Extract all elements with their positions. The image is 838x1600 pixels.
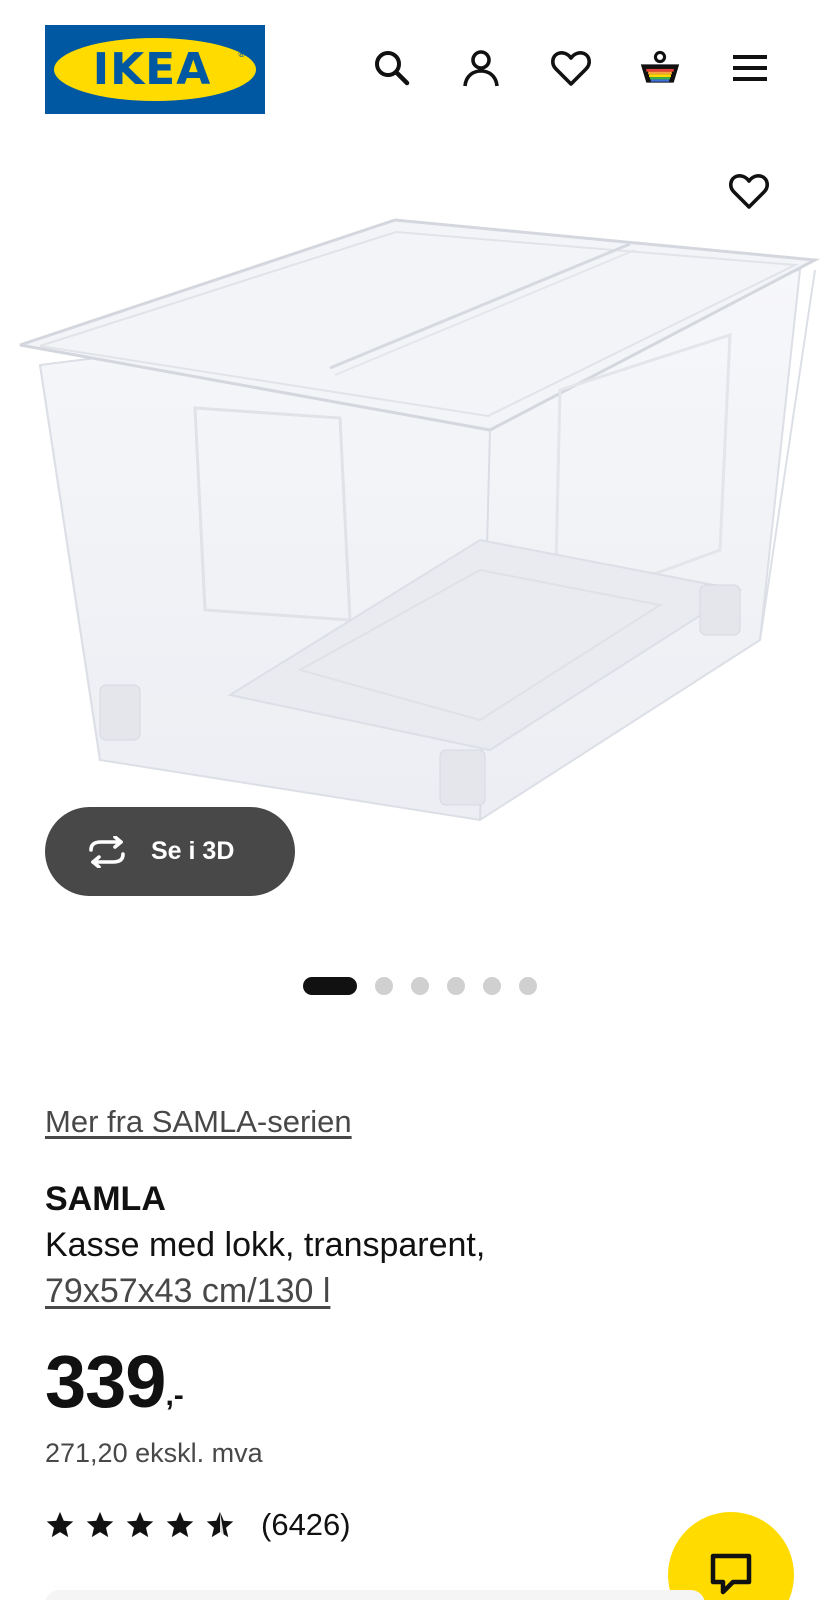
menu-button[interactable]	[727, 45, 773, 91]
heart-icon	[551, 51, 591, 86]
gallery-dot[interactable]	[375, 977, 393, 995]
favourites-button[interactable]	[548, 45, 594, 91]
header: IKEA ®	[0, 0, 838, 140]
price-excl-vat: 271,20 ekskl. mva	[45, 1438, 263, 1468]
rotate-3d-icon	[89, 835, 125, 868]
product-size-link[interactable]: 79x57x43 cm/130 l	[45, 1268, 330, 1314]
cart-button[interactable]	[637, 45, 683, 91]
star-icon	[46, 1511, 74, 1538]
price-suffix: ,-	[165, 1379, 184, 1412]
star-icon	[126, 1511, 154, 1538]
search-button[interactable]	[369, 45, 415, 91]
price-integer: 339	[45, 1340, 166, 1423]
star-icon	[166, 1511, 194, 1538]
gallery-dot[interactable]	[483, 977, 501, 995]
rating-stars	[45, 1510, 245, 1540]
star-icon	[86, 1511, 114, 1538]
add-to-favourites-button[interactable]	[726, 168, 772, 214]
star-half-icon	[206, 1511, 234, 1538]
search-icon	[375, 51, 410, 86]
account-button[interactable]	[458, 45, 504, 91]
series-link[interactable]: Mer fra SAMLA-serien	[45, 1104, 352, 1140]
rating[interactable]: (6426)	[45, 1507, 351, 1543]
logo-registered-mark: ®	[238, 49, 245, 59]
logo-text: IKEA	[92, 44, 212, 95]
chat-button[interactable]	[668, 1512, 794, 1600]
bottom-card	[45, 1590, 705, 1600]
menu-icon	[733, 55, 767, 81]
see-in-3d-label: Se i 3D	[151, 837, 235, 865]
gallery-dot[interactable]	[411, 977, 429, 995]
product-name: SAMLA	[45, 1180, 166, 1218]
gallery-pagination	[303, 977, 555, 995]
cart-icon	[640, 50, 680, 83]
gallery-dot-active[interactable]	[303, 977, 357, 995]
heart-icon	[729, 174, 769, 209]
ikea-logo[interactable]: IKEA ®	[45, 25, 265, 114]
product-description: Kasse med lokk, transparent,	[45, 1226, 486, 1264]
gallery-dot[interactable]	[447, 977, 465, 995]
see-in-3d-button[interactable]: Se i 3D	[45, 807, 295, 896]
gallery-dot[interactable]	[519, 977, 537, 995]
chat-icon	[710, 1553, 752, 1595]
rating-count: (6426)	[261, 1507, 351, 1542]
account-icon	[463, 50, 499, 87]
price: 339 ,-	[45, 1342, 184, 1422]
